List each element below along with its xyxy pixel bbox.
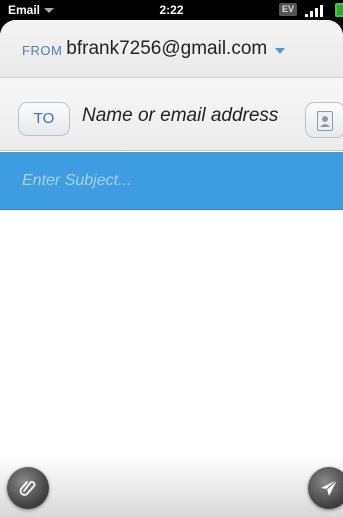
from-label: FROM	[22, 43, 63, 58]
attach-button[interactable]	[7, 467, 49, 509]
to-button[interactable]: TO	[18, 102, 70, 136]
compose-card: FROM bfrank7256@gmail.com TO	[0, 20, 343, 517]
subject-input[interactable]	[22, 162, 332, 200]
from-selector[interactable]: FROM bfrank7256@gmail.com	[0, 20, 343, 78]
message-body[interactable]	[0, 211, 343, 455]
contact-card-icon	[317, 111, 333, 131]
contact-picker-button[interactable]	[305, 102, 343, 138]
to-row: TO	[0, 78, 343, 151]
signal-strength-icon	[303, 5, 327, 17]
network-indicator: EV	[278, 3, 297, 16]
battery-icon	[335, 3, 343, 17]
status-bar: Email 2:22 EV	[0, 0, 343, 20]
chevron-down-icon	[275, 47, 286, 54]
bottom-toolbar	[0, 455, 343, 517]
subject-row	[0, 152, 343, 210]
send-button[interactable]	[308, 467, 343, 509]
to-input[interactable]	[82, 94, 302, 138]
from-email: bfrank7256@gmail.com	[66, 37, 268, 59]
send-arrow-icon	[321, 479, 338, 496]
paperclip-icon	[19, 481, 36, 496]
